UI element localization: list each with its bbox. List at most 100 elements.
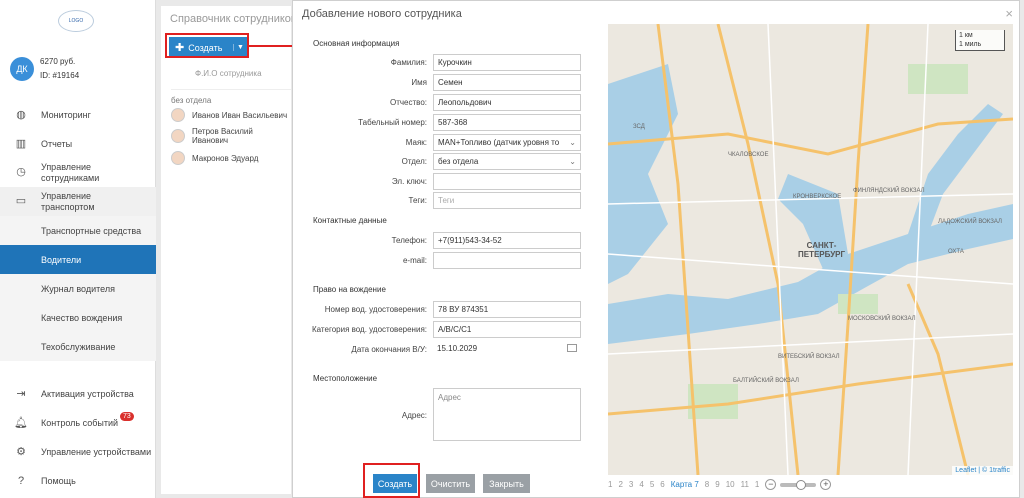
main-nav: ◍ Мониторинг ▥ Отчеты ◷ Управление сотру… [0,100,156,361]
patronymic-input[interactable]: Леопольдович [433,94,581,111]
zoom-out-icon[interactable]: − [765,479,777,490]
subnav-driving-quality[interactable]: Качество вождения [0,303,156,332]
tags-input[interactable]: Теги [433,192,581,209]
page-1[interactable]: 1 [608,480,612,489]
dept-select[interactable]: без отдела ⌄ [433,153,581,170]
events-badge: 73 [120,412,134,421]
user-info[interactable]: ДК 6270 руб. ID: #19164 [10,55,79,83]
page-10[interactable]: 10 [726,480,735,489]
page-6[interactable]: 6 [660,480,664,489]
subnav-drivers[interactable]: Водители [0,245,156,274]
chart-icon: ▥ [15,138,27,150]
beacon-label: Маяк: [405,138,427,147]
nav-label: Контроль событий [41,417,119,428]
page-4[interactable]: 4 [639,480,643,489]
subnav-driver-log[interactable]: Журнал водителя [0,274,156,303]
row-tabnum: Табельный номер: 587-368 [293,114,585,132]
address-label: Адрес: [401,411,427,420]
employee-name: Макронов Эдуард [192,153,259,163]
page-12[interactable]: 1 [755,480,759,489]
zoom-in-icon[interactable]: + [820,479,832,490]
lastname-input[interactable]: Курочкин [433,54,581,71]
page-11[interactable]: 11 [741,480,749,489]
map-label: ОХТА [948,249,964,255]
page-5[interactable]: 5 [650,480,654,489]
chevron-down-icon: ⌄ [569,157,576,166]
expiry-input[interactable]: 15.10.2029 [433,341,581,358]
close-button[interactable]: Закрыть [483,474,530,493]
nav-transport[interactable]: ▭ Управление транспортом [0,187,156,216]
close-icon[interactable]: × [1005,6,1013,21]
employee-name: Петров Василий Иванович [191,127,253,145]
clear-button[interactable]: Очистить [426,474,475,493]
dept-label: Отдел: [401,157,427,166]
firstname-label: Имя [411,78,427,87]
dept-value: без отдела [438,157,479,166]
calendar-icon[interactable] [567,344,577,352]
add-employee-dialog: Добавление нового сотрудника × Основная … [292,0,1020,498]
section-location: Местоположение [313,374,378,383]
map[interactable]: САНКТ- ПЕТЕРБУРГ ФИНЛЯНДСКИЙ ВОКЗАЛ МОСК… [608,24,1013,475]
page-8[interactable]: 8 [705,480,709,489]
avatar[interactable]: ДК [10,57,34,81]
row-patronymic: Отчество: Леопольдович [293,94,585,112]
user-id: ID: #19164 [40,71,80,80]
phone-input[interactable]: +7(911)543-34-52 [433,232,581,249]
map-attribution[interactable]: Leaflet | © 1traffic [952,466,1013,475]
page-7[interactable]: Карта 7 [671,480,699,489]
map-label: ЧКАЛОВСКОЕ [728,152,769,158]
nav-devices[interactable]: ⚙ Управление устройствами [0,437,156,466]
nav-label: Активация устройства [41,388,134,399]
map-label: ЗСД [633,124,645,130]
page-9[interactable]: 9 [715,480,719,489]
row-license: Номер вод. удостоверения: 78 ВУ 874351 [293,301,585,319]
scale-mi: 1 миль [959,41,982,48]
email-input[interactable] [433,252,581,269]
table-row[interactable]: Иванов Иван Васильевич [171,105,291,125]
expiry-value: 15.10.2029 [437,344,478,353]
map-label: ФИНЛЯНДСКИЙ ВОКЗАЛ [853,188,925,194]
section-basic: Основная информация [313,39,400,48]
nav-label: Управление устройствами [41,446,152,457]
category-label: Категория вод. удостоверения: [312,325,427,334]
address-input[interactable]: Адрес [433,388,581,441]
nav-events[interactable]: 🔔︎ Контроль событий 73 [0,408,156,437]
tabnum-input[interactable]: 587-368 [433,114,581,131]
highlight-box [165,33,249,58]
map-label: БАЛТИЙСКИЙ ВОКЗАЛ [733,378,799,384]
zoom-slider[interactable] [780,479,817,490]
nav-reports[interactable]: ▥ Отчеты [0,129,156,158]
employee-directory: Справочник сотрудников ✚ Создать ▼ Ф.И.О… [161,6,297,494]
key-label: Эл. ключ: [391,177,427,186]
row-email: e-mail: [293,252,585,270]
row-phone: Телефон: +7(911)543-34-52 [293,232,585,250]
map-label: МОСКОВСКИЙ ВОКЗАЛ [848,316,916,322]
key-input[interactable] [433,173,581,190]
row-tags: Теги: Теги [293,192,585,210]
nav-activation[interactable]: ⇥ Активация устройства [0,379,156,408]
beacon-select[interactable]: MAN+Топливо (датчик уровня то ⌄ [433,134,581,151]
tabnum-label: Табельный номер: [358,118,427,127]
login-icon: ⇥ [16,388,26,400]
table-row[interactable]: Петров Василий Иванович [171,126,291,146]
subnav-maintenance[interactable]: Техобслуживание [0,332,156,361]
page-2[interactable]: 2 [618,480,622,489]
row-lastname: Фамилия: Курочкин [293,54,585,72]
subnav-vehicles[interactable]: Транспортные средства [0,216,156,245]
car-icon: ▭ [15,195,27,207]
zoom-knob[interactable] [796,479,807,490]
section-driving: Право на вождение [313,285,386,294]
column-header-name[interactable]: Ф.И.О сотрудника [171,63,291,90]
nav-monitoring[interactable]: ◍ Мониторинг [0,100,156,129]
nav-employees[interactable]: ◷ Управление сотрудниками [0,158,156,187]
map-label: ВИТЕБСКИЙ ВОКЗАЛ [778,354,840,360]
page-3[interactable]: 3 [629,480,633,489]
category-input[interactable]: A/B/C/C1 [433,321,581,338]
globe-icon: ◍ [16,109,26,121]
license-input[interactable]: 78 ВУ 874351 [433,301,581,318]
beacon-value: MAN+Топливо (датчик уровня то [438,138,560,147]
table-row[interactable]: Макронов Эдуард [171,148,291,168]
company-logo[interactable]: LOGO [58,10,94,32]
firstname-input[interactable]: Семен [433,74,581,91]
nav-help[interactable]: ? Помощь [0,466,156,495]
